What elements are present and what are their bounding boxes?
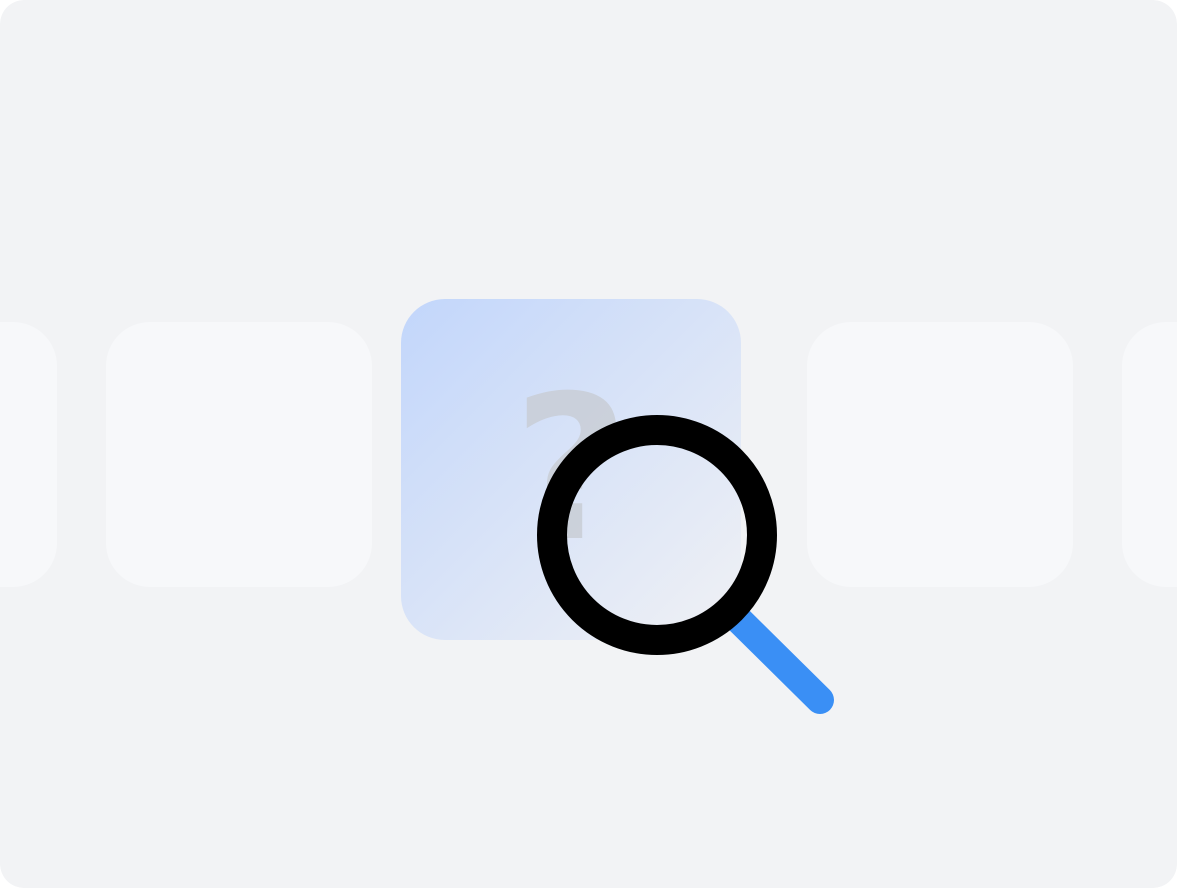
placeholder-card-focused: ? [401, 299, 741, 640]
placeholder-card-left [106, 322, 372, 587]
empty-state-illustration: ? [0, 0, 1177, 888]
question-mark-glyph: ? [512, 353, 629, 586]
placeholder-card-edge-left [0, 322, 57, 587]
placeholder-card-edge-right [1122, 322, 1177, 587]
placeholder-card-right [807, 322, 1073, 587]
